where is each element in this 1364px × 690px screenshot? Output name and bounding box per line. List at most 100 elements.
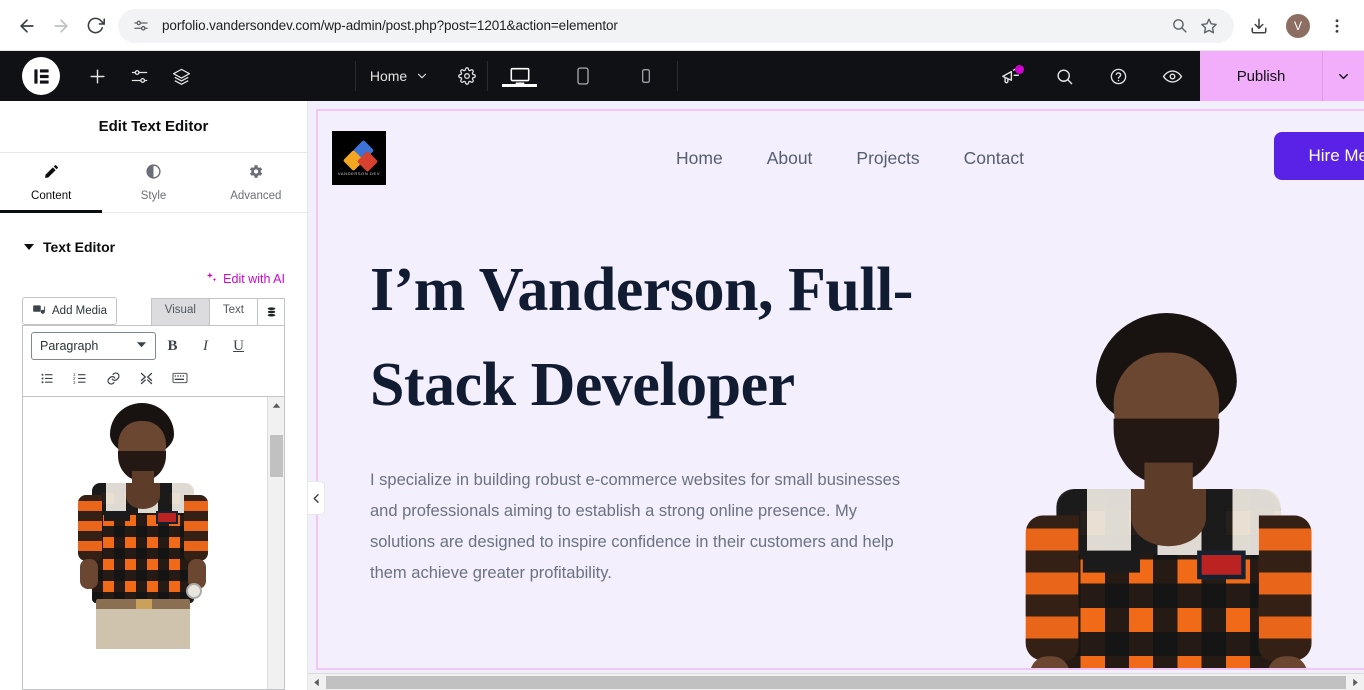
site-settings-icon[interactable] xyxy=(132,17,150,35)
contrast-circle-icon xyxy=(145,163,162,185)
topbar-left-group xyxy=(0,51,202,101)
tab-visual[interactable]: Visual xyxy=(150,298,210,325)
panel-header: Edit Text Editor xyxy=(0,101,307,153)
hero-portrait-image[interactable] xyxy=(1008,313,1338,668)
elementor-panel: Edit Text Editor Content Style Advanced xyxy=(0,101,308,690)
topbar-center-group: Home xyxy=(354,51,679,101)
elementor-topbar: Home Publish xyxy=(0,51,1364,101)
elementor-logo-icon[interactable] xyxy=(22,57,60,95)
pencil-icon xyxy=(43,163,60,185)
publish-button[interactable]: Publish xyxy=(1199,51,1322,101)
logo-caption: VANDERSON DEV xyxy=(337,171,381,176)
tab-style[interactable]: Style xyxy=(102,153,204,212)
reload-button[interactable] xyxy=(78,9,112,43)
download-icon[interactable] xyxy=(1242,9,1276,43)
scrollbar-thumb[interactable] xyxy=(270,435,283,477)
bulleted-list-icon[interactable] xyxy=(31,364,64,392)
responsive-mode-group xyxy=(488,65,677,87)
back-button[interactable] xyxy=(10,9,44,43)
tab-style-label: Style xyxy=(140,190,167,202)
scroll-left-arrow-icon[interactable] xyxy=(308,674,325,690)
portrait-figure xyxy=(70,403,220,649)
selected-section-outline[interactable]: VANDERSON DEV Home About Projects Contac… xyxy=(316,109,1364,670)
site-header: VANDERSON DEV Home About Projects Contac… xyxy=(318,111,1364,205)
nav-link-home[interactable]: Home xyxy=(676,148,723,169)
hero-copy: I’m Vanderson, Full-Stack Developer I sp… xyxy=(370,205,950,589)
editor-image[interactable] xyxy=(23,397,267,689)
ai-row: Edit with AI xyxy=(0,271,307,287)
site-logo[interactable]: VANDERSON DEV xyxy=(332,131,386,185)
gear-icon xyxy=(247,163,264,185)
address-bar[interactable]: porfolio.vandersondev.com/wp-admin/post.… xyxy=(118,8,1234,43)
layers-icon[interactable] xyxy=(160,51,202,101)
three-dot-menu-icon[interactable] xyxy=(1320,9,1354,43)
forward-button[interactable] xyxy=(44,9,78,43)
help-circle-icon[interactable] xyxy=(1092,51,1146,101)
edit-with-ai-label: Edit with AI xyxy=(223,272,285,286)
paragraph-format-select[interactable]: Paragraph xyxy=(31,332,156,360)
preview-eye-icon[interactable] xyxy=(1146,51,1200,101)
tab-content[interactable]: Content xyxy=(0,153,103,213)
editor-content-area[interactable] xyxy=(22,397,285,690)
divider xyxy=(677,61,679,91)
responsive-tablet-button[interactable] xyxy=(551,65,614,87)
document-selector[interactable]: Home xyxy=(356,68,447,84)
scrollbar-thumb[interactable] xyxy=(326,675,1346,689)
hero-paragraph[interactable]: I specialize in building robust e-commer… xyxy=(370,465,918,589)
tab-advanced[interactable]: Advanced xyxy=(205,153,307,212)
gear-icon[interactable] xyxy=(447,51,487,101)
editor-mode-tabs: Visual Text xyxy=(150,297,285,325)
wordpress-editor: Add Media Visual Text Paragraph B I U 1 … xyxy=(22,295,285,690)
topbar-right-group: Publish xyxy=(984,51,1364,101)
editor-top-toolbar: Add Media Visual Text xyxy=(22,295,285,325)
scroll-right-arrow-icon[interactable] xyxy=(1347,674,1364,690)
tab-advanced-label: Advanced xyxy=(230,190,282,202)
avatar[interactable]: V xyxy=(1286,13,1310,38)
editor-vertical-scrollbar[interactable] xyxy=(267,397,284,689)
star-icon[interactable] xyxy=(1196,13,1222,39)
portrait-figure xyxy=(1008,313,1364,668)
bold-button[interactable]: B xyxy=(156,332,189,360)
add-media-button[interactable]: Add Media xyxy=(22,297,117,325)
document-name: Home xyxy=(369,68,408,84)
scroll-up-arrow-icon[interactable] xyxy=(268,397,284,414)
italic-button[interactable]: I xyxy=(189,332,222,360)
zoom-magnifier-icon[interactable] xyxy=(1166,13,1192,39)
tab-text[interactable]: Text xyxy=(209,298,258,325)
chevron-down-icon[interactable] xyxy=(411,69,433,83)
hire-me-button[interactable]: Hire Me xyxy=(1274,132,1364,180)
add-element-button[interactable] xyxy=(76,51,118,101)
url-text: porfolio.vandersondev.com/wp-admin/post.… xyxy=(162,18,618,33)
sparkle-icon xyxy=(205,271,218,287)
tab-content-label: Content xyxy=(31,190,72,202)
canvas-horizontal-scrollbar[interactable] xyxy=(308,673,1364,690)
panel-collapse-handle[interactable] xyxy=(308,481,325,515)
panel-tabs: Content Style Advanced xyxy=(0,153,307,213)
hero-title: I’m Vanderson, Full-Stack Developer xyxy=(370,256,913,419)
sliders-icon[interactable] xyxy=(118,51,160,101)
publish-options-chevron-icon[interactable] xyxy=(1321,51,1364,101)
edit-with-ai-button[interactable]: Edit with AI xyxy=(205,271,285,287)
editor-canvas: VANDERSON DEV Home About Projects Contac… xyxy=(308,101,1364,690)
notification-badge xyxy=(1014,65,1024,74)
keyboard-shortcuts-icon[interactable] xyxy=(163,364,196,392)
underline-button[interactable]: U xyxy=(222,332,255,360)
toolbar-toggle-icon[interactable] xyxy=(258,298,285,325)
nav-link-about[interactable]: About xyxy=(767,148,813,169)
hero-section: I’m Vanderson, Full-Stack Developer I sp… xyxy=(318,205,1364,668)
browser-toolbar: porfolio.vandersondev.com/wp-admin/post.… xyxy=(0,0,1364,51)
nav-link-projects[interactable]: Projects xyxy=(856,148,919,169)
unlink-icon[interactable] xyxy=(130,364,163,392)
numbered-list-icon[interactable]: 123 xyxy=(64,364,97,392)
nav-link-contact[interactable]: Contact xyxy=(964,148,1024,169)
responsive-mobile-button[interactable] xyxy=(614,65,677,87)
megaphone-icon[interactable] xyxy=(984,51,1038,101)
svg-text:3: 3 xyxy=(73,380,76,385)
browser-actions: V xyxy=(1242,9,1354,43)
responsive-desktop-button[interactable] xyxy=(488,65,551,87)
page-title: Edit Text Editor xyxy=(98,118,209,135)
paragraph-format-value: Paragraph xyxy=(40,339,99,353)
finder-search-icon[interactable] xyxy=(1038,51,1092,101)
link-icon[interactable] xyxy=(97,364,130,392)
section-text-editor-header[interactable]: Text Editor xyxy=(0,225,307,269)
